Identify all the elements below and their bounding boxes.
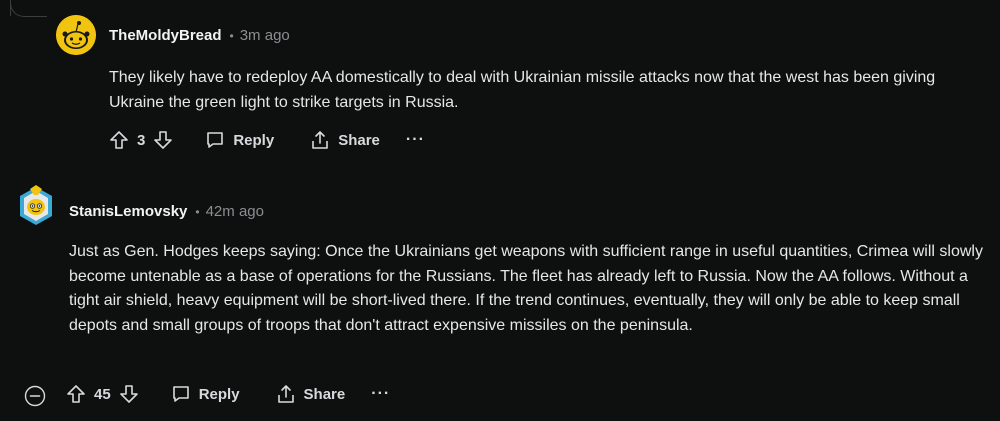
custom-avatar-icon — [20, 185, 52, 225]
share-icon — [277, 385, 294, 403]
vote-control: 3 — [109, 130, 173, 150]
snoo-avatar-icon — [56, 15, 96, 55]
share-label: Share — [303, 385, 346, 403]
share-icon — [312, 131, 329, 149]
avatar[interactable] — [56, 15, 96, 55]
more-options-button[interactable]: ··· — [406, 131, 425, 149]
comment-meta: TheMoldyBread • 3m ago — [109, 27, 290, 44]
minus-circle-icon — [24, 385, 46, 407]
more-options-button[interactable]: ··· — [371, 385, 390, 403]
arrow-up-icon[interactable] — [109, 130, 129, 150]
comment-meta: StanisLemovsky • 42m ago — [69, 203, 264, 220]
arrow-up-icon[interactable] — [66, 384, 86, 404]
comment-body: Just as Gen. Hodges keeps saying: Once t… — [69, 243, 983, 334]
collapse-thread-button[interactable] — [24, 385, 46, 407]
comment-actions: 3 Reply Share ··· — [109, 130, 425, 150]
reply-label: Reply — [233, 131, 275, 149]
speech-bubble-icon — [207, 132, 224, 148]
reply-button[interactable]: Reply — [201, 130, 278, 150]
share-button[interactable]: Share — [306, 130, 384, 150]
vote-control: 45 — [66, 384, 139, 404]
share-label: Share — [338, 131, 380, 149]
username[interactable]: TheMoldyBread — [109, 27, 222, 44]
comment-body: They likely have to redeploy AA domestic… — [109, 69, 936, 111]
share-button[interactable]: Share — [272, 384, 350, 404]
vote-count: 3 — [137, 131, 146, 149]
timestamp[interactable]: 3m ago — [240, 27, 290, 44]
avatar[interactable] — [16, 185, 56, 229]
timestamp[interactable]: 42m ago — [206, 203, 264, 220]
username[interactable]: StanisLemovsky — [69, 203, 187, 220]
reply-label: Reply — [198, 385, 240, 403]
speech-bubble-icon — [172, 386, 189, 402]
separator: • — [229, 28, 234, 43]
vote-count: 45 — [94, 385, 111, 403]
thread-connector — [10, 0, 47, 17]
arrow-down-icon[interactable] — [153, 130, 173, 150]
arrow-down-icon[interactable] — [119, 384, 139, 404]
comment-actions: 45 Reply Share ··· — [66, 384, 390, 404]
reply-button[interactable]: Reply — [167, 384, 244, 404]
separator: • — [195, 204, 200, 219]
